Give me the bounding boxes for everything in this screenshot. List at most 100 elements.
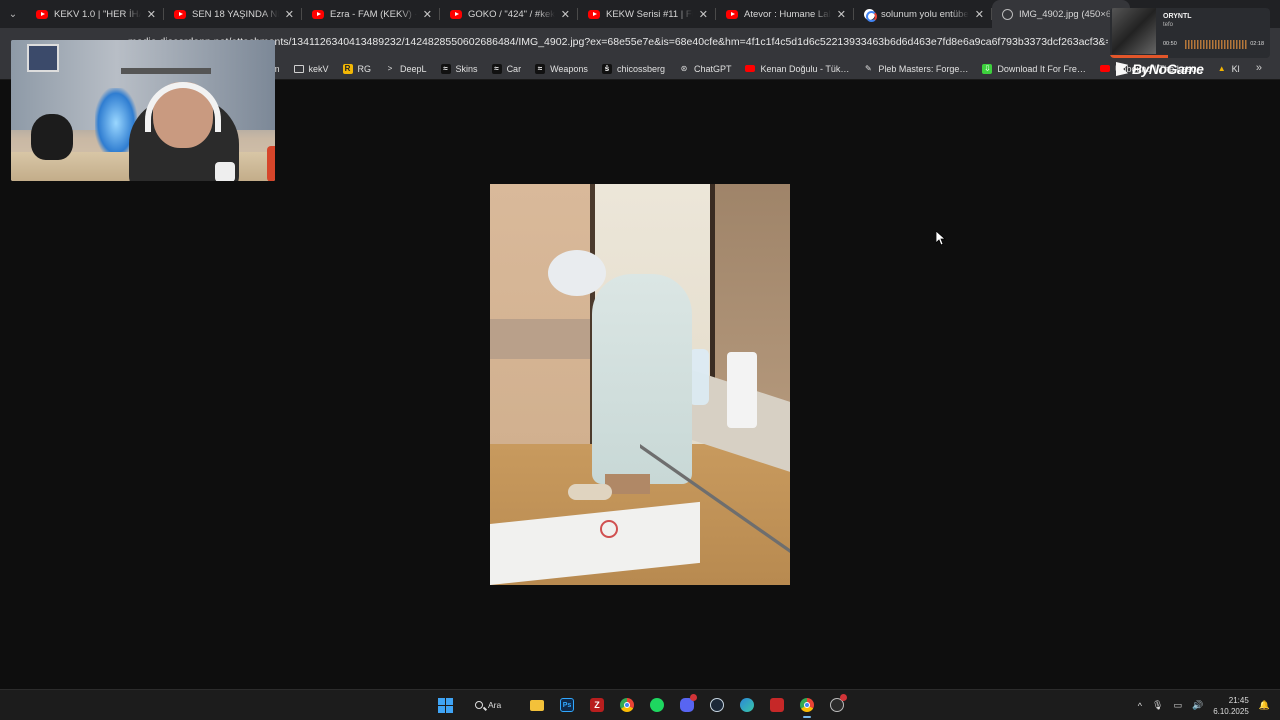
image-sheet-stamp <box>600 520 618 538</box>
tab-title: Atevor : Humane Labs Baskını… <box>744 8 831 20</box>
taskbar-filezilla[interactable]: Z <box>585 694 609 716</box>
bookmark-car[interactable]: ≈ Car <box>491 63 521 74</box>
waveform <box>1185 40 1247 49</box>
notification-bell-icon[interactable]: 🔔 <box>1259 700 1270 711</box>
bookmark-chicossberg[interactable]: ṡ chicossberg <box>601 63 665 74</box>
taskbar-obs[interactable] <box>825 694 849 716</box>
bookmark-kl[interactable]: ▲ Kl <box>1217 64 1240 74</box>
youtube-icon <box>1099 65 1110 72</box>
close-icon[interactable]: ✕ <box>975 8 984 21</box>
car-icon: ≈ <box>491 63 502 74</box>
globe-icon <box>1002 8 1013 20</box>
steam-icon <box>710 698 724 712</box>
clock-date: 6.10.2025 <box>1213 706 1249 716</box>
chevron-up-icon[interactable]: ^ <box>1138 701 1142 711</box>
taskbar-meter[interactable] <box>765 694 789 716</box>
tab-title: KEKV 1.0 | "HER İHANET, HER BİR… <box>54 8 141 20</box>
tab-0[interactable]: KEKV 1.0 | "HER İHANET, HER BİR… ✕ <box>26 0 164 28</box>
logo-text: ByNoGame <box>1132 61 1204 77</box>
search-icon <box>475 701 483 709</box>
taskbar-chrome-active[interactable] <box>795 694 819 718</box>
microphone-icon[interactable]: 🎙 <box>1152 700 1163 711</box>
tab-title: GOKO / "424" / #kekv [ SİE… <box>468 8 555 20</box>
tab-title: SEN 18 YAŞINDA NE YAPIYORDUN… <box>192 8 279 20</box>
pleb-icon: ✎ <box>865 64 872 73</box>
bookmarks-more-chevron-icon[interactable]: » <box>1256 62 1262 74</box>
bookmark-download-it[interactable]: ⇩ Download It For Fre… <box>982 63 1086 74</box>
webcam-shelf <box>121 68 211 74</box>
bookmark-kenan-dogulu[interactable]: Kenan Doğulu - Tük… <box>745 64 849 74</box>
image-wall-rail <box>490 319 600 359</box>
album-cover <box>1112 8 1156 54</box>
copilot-icon <box>740 698 754 712</box>
tab-4[interactable]: KEKW Serisi #11 | Funny Mom… ✕ <box>578 0 716 28</box>
start-button[interactable] <box>433 694 457 716</box>
taskbar-file-explorer[interactable] <box>525 694 549 716</box>
tab-title: Ezra - FAM (KEKV) - YouTube <box>330 8 417 20</box>
now-playing-widget: ORYNTL tefo 00:50 02:18 <box>1110 8 1270 58</box>
taskbar-discord[interactable] <box>675 694 699 716</box>
bookmark-weapons[interactable]: ≈ Weapons <box>535 63 588 74</box>
microphone-icon <box>215 162 235 181</box>
tab-search-chevron-icon[interactable]: ⌄ <box>0 0 26 28</box>
taskbar-steam[interactable] <box>705 694 729 716</box>
close-icon[interactable]: ✕ <box>561 8 570 21</box>
taskbar-chrome[interactable] <box>615 694 639 716</box>
clock-time: 21:45 <box>1228 695 1249 705</box>
taskbar-copilot[interactable] <box>735 694 759 716</box>
image-water-bottle <box>689 349 709 405</box>
bookmark-deepl[interactable]: > DeepL <box>385 64 427 74</box>
deepl-icon: > <box>387 64 393 73</box>
youtube-icon <box>36 9 48 19</box>
bookmark-chatgpt[interactable]: ⊛ ChatGPT <box>679 64 732 74</box>
tab-3[interactable]: GOKO / "424" / #kekv [ SİE… ✕ <box>440 0 578 28</box>
meter-icon <box>770 698 784 712</box>
displayed-image <box>490 184 790 585</box>
tab-6[interactable]: solunum yolu entübe aletleri… ✕ <box>854 0 992 28</box>
close-icon[interactable]: ✕ <box>285 8 294 21</box>
close-icon[interactable]: ✕ <box>147 8 156 21</box>
taskbar-search[interactable]: Ara <box>463 694 519 716</box>
taskbar-spotify[interactable] <box>645 694 669 716</box>
volume-icon[interactable]: 🔊 <box>1192 700 1203 711</box>
webcam-poster <box>27 44 59 72</box>
close-icon[interactable]: ✕ <box>837 8 846 21</box>
time-total: 02:18 <box>1250 41 1264 47</box>
youtube-icon <box>312 9 324 19</box>
logo-mark-icon <box>1116 62 1128 76</box>
image-hair-cap <box>548 250 606 296</box>
spotify-icon <box>650 698 664 712</box>
progress-bar <box>1110 55 1168 58</box>
tab-2[interactable]: Ezra - FAM (KEKV) - YouTube ✕ <box>302 0 440 28</box>
tab-title: solunum yolu entübe aletleri… <box>881 8 969 20</box>
windows-logo-icon <box>437 697 453 713</box>
image-slippers <box>568 484 612 500</box>
bookmark-pleb-masters[interactable]: ✎ Pleb Masters: Forge… <box>863 64 968 74</box>
tab-strip: ⌄ KEKV 1.0 | "HER İHANET, HER BİR… ✕ SEN… <box>0 0 1280 28</box>
notification-badge <box>690 694 697 701</box>
bookmark-skins[interactable]: ≈ Skins <box>440 63 478 74</box>
time-elapsed: 00:50 <box>1163 41 1177 47</box>
webcam-plush-toy <box>31 114 73 160</box>
close-icon[interactable]: ✕ <box>423 8 432 21</box>
youtube-icon <box>450 9 462 19</box>
taskbar-photoshop[interactable]: Ps <box>555 694 579 716</box>
youtube-icon <box>726 9 738 19</box>
weapons-icon: ≈ <box>535 63 546 74</box>
bookmark-rg[interactable]: R RG <box>342 63 371 74</box>
chrome-icon <box>800 698 814 712</box>
url-field[interactable]: media.discordapp.net/attachments/1341126… <box>128 36 1108 48</box>
skins-icon: ≈ <box>440 63 451 74</box>
close-icon[interactable]: ✕ <box>699 8 708 21</box>
youtube-icon <box>588 9 600 19</box>
bookmark-kekv[interactable]: kekV <box>293 64 329 74</box>
clock[interactable]: 21:45 6.10.2025 <box>1213 695 1249 717</box>
folder-icon <box>530 699 544 711</box>
search-label: Ara <box>488 700 502 710</box>
youtube-icon <box>745 65 756 72</box>
network-icon[interactable]: ▭ <box>1173 700 1182 711</box>
drive-icon: ▲ <box>1217 64 1226 73</box>
tab-1[interactable]: SEN 18 YAŞINDA NE YAPIYORDUN… ✕ <box>164 0 302 28</box>
song-title: ORYNTL <box>1163 13 1192 20</box>
tab-5[interactable]: Atevor : Humane Labs Baskını… ✕ <box>716 0 854 28</box>
